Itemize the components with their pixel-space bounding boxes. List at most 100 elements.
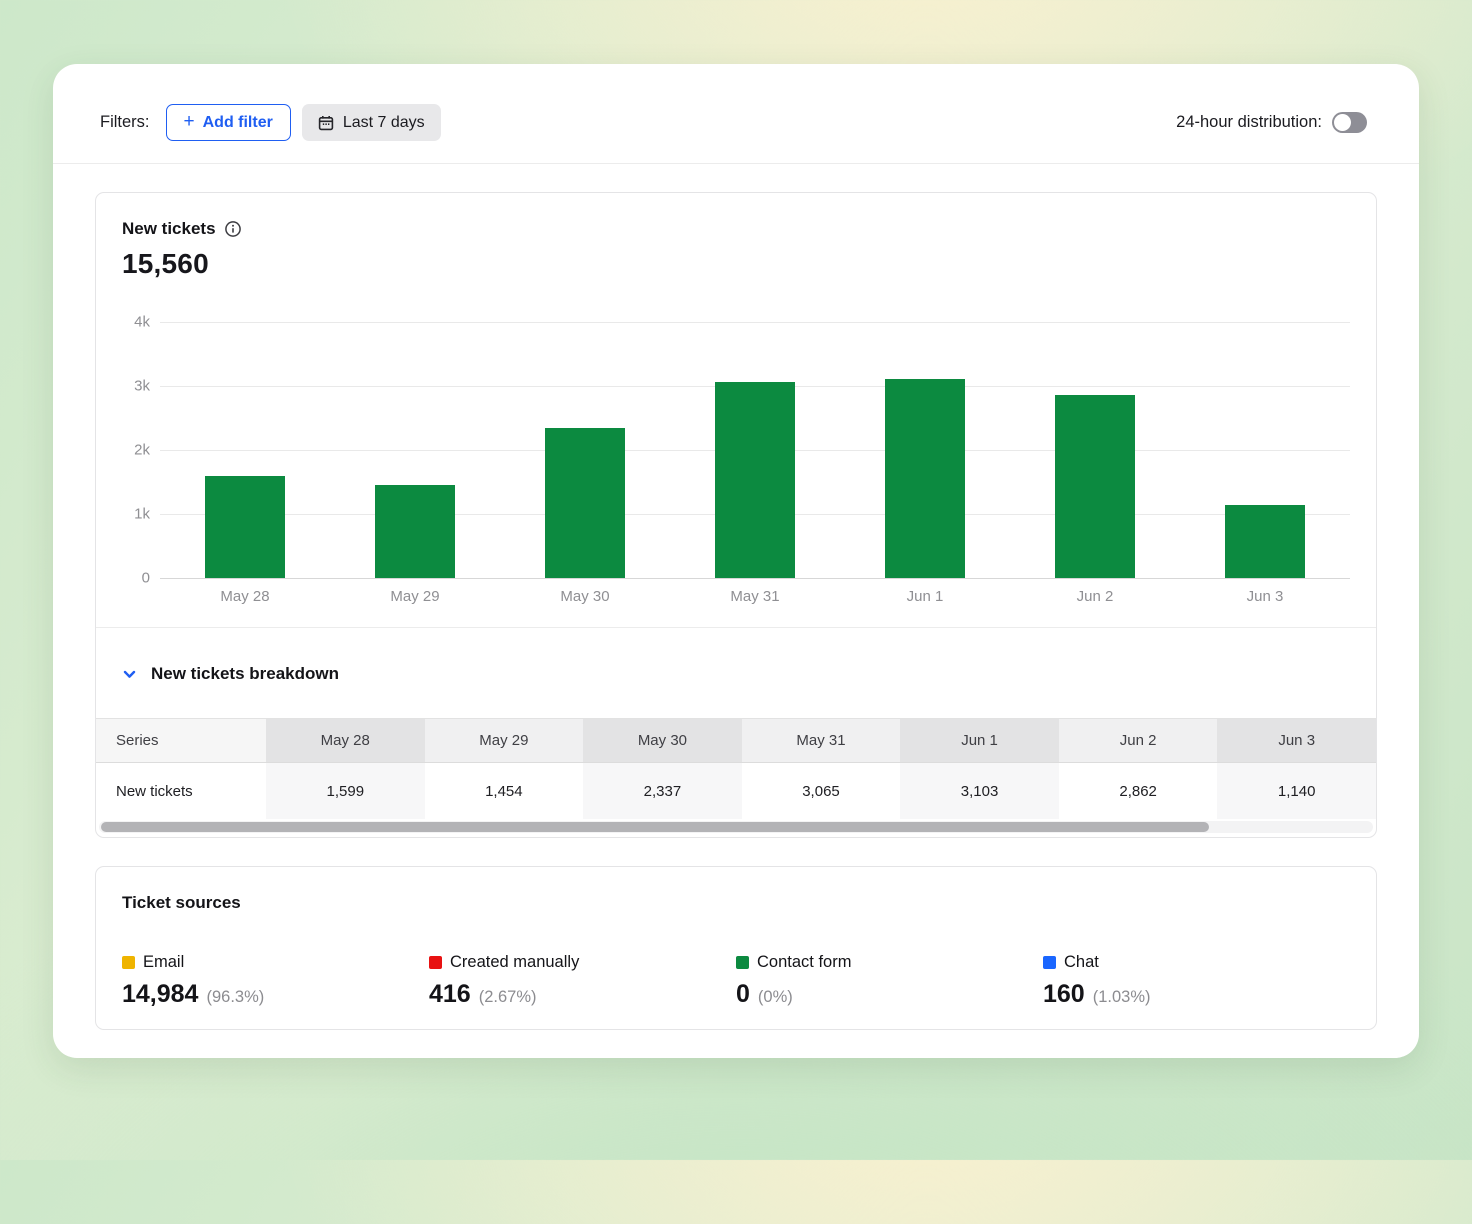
bar-jun-2[interactable] [1055, 395, 1135, 578]
source-item: Chat 160 (1.03%) [1043, 953, 1350, 1009]
bar-may-28[interactable] [205, 476, 285, 578]
date-range-button[interactable]: Last 7 days [302, 104, 441, 141]
source-label-row: Contact form [736, 953, 1043, 972]
x-axis-baseline [160, 578, 1350, 579]
x-tick-label: Jun 1 [840, 588, 1010, 605]
source-percent: (0%) [758, 988, 793, 1007]
y-tick-label: 0 [142, 570, 150, 587]
table-value-cell: 1,599 [266, 763, 425, 819]
x-axis-labels: May 28May 29May 30May 31Jun 1Jun 2Jun 3 [160, 588, 1350, 605]
bar-column [500, 322, 670, 578]
table-header-cell: May 31 [742, 719, 901, 763]
legend-swatch-icon [1043, 956, 1056, 969]
divider [53, 163, 1419, 164]
table-value-cell: 1,454 [425, 763, 584, 819]
breakdown-title: New tickets breakdown [151, 664, 339, 684]
add-filter-label: Add filter [203, 114, 273, 132]
bar-column [1010, 322, 1180, 578]
y-tick-label: 2k [134, 442, 150, 459]
source-item: Created manually 416 (2.67%) [429, 953, 736, 1009]
x-tick-label: Jun 2 [1010, 588, 1180, 605]
y-tick-label: 3k [134, 378, 150, 395]
chevron-down-icon[interactable] [122, 667, 137, 682]
filter-bar: Filters: + Add filter Last 7 days 24-hou… [53, 64, 1419, 163]
table-header-cell: May 29 [425, 719, 584, 763]
horizontal-scrollbar[interactable] [99, 821, 1373, 833]
legend-swatch-icon [736, 956, 749, 969]
table-header-cell: Jun 2 [1059, 719, 1218, 763]
table-value-cell: 3,103 [900, 763, 1059, 819]
table-value-cell: 2,862 [1059, 763, 1218, 819]
source-label: Email [143, 953, 184, 972]
breakdown-section-toggle[interactable]: New tickets breakdown [96, 628, 1376, 718]
bar-may-31[interactable] [715, 382, 795, 578]
scrollbar-thumb[interactable] [101, 822, 1209, 832]
bar-may-29[interactable] [375, 485, 455, 578]
table-value-cell: 2,337 [583, 763, 742, 819]
table-header-cell: May 30 [583, 719, 742, 763]
source-percent: (2.67%) [479, 988, 537, 1007]
bar-may-30[interactable] [545, 428, 625, 578]
x-tick-label: Jun 3 [1180, 588, 1350, 605]
source-value: 0 [736, 980, 750, 1009]
table-header-cell: Series [96, 719, 266, 763]
calendar-icon [318, 115, 334, 131]
breakdown-table: SeriesMay 28May 29May 30May 31Jun 1Jun 2… [96, 718, 1376, 819]
new-tickets-bar-chart: 4k3k2k1k0 [96, 322, 1376, 578]
source-label: Contact form [757, 953, 851, 972]
source-label-row: Created manually [429, 953, 736, 972]
bar-column [1180, 322, 1350, 578]
bar-jun-1[interactable] [885, 379, 965, 578]
sources-title: Ticket sources [122, 893, 241, 912]
x-tick-label: May 30 [500, 588, 670, 605]
y-tick-label: 4k [134, 314, 150, 331]
add-filter-button[interactable]: + Add filter [166, 104, 291, 141]
filters-label: Filters: [100, 113, 150, 132]
source-value-row: 14,984 (96.3%) [122, 980, 429, 1009]
table-header-cell: May 28 [266, 719, 425, 763]
new-tickets-panel: New tickets 15,560 4k3k2k1k0 May 28May 2… [95, 192, 1377, 838]
legend-swatch-icon [122, 956, 135, 969]
plus-icon: + [184, 112, 195, 131]
table-row-label: New tickets [96, 763, 266, 819]
bar-column [840, 322, 1010, 578]
source-label-row: Email [122, 953, 429, 972]
bar-column [160, 322, 330, 578]
source-percent: (1.03%) [1093, 988, 1151, 1007]
dashboard-card: Filters: + Add filter Last 7 days 24-hou… [53, 64, 1419, 1058]
table-header-cell: Jun 1 [900, 719, 1059, 763]
table-header-cell: Jun 3 [1217, 719, 1376, 763]
source-percent: (96.3%) [206, 988, 264, 1007]
sources-grid: Email 14,984 (96.3%) Created manually 416 (2.… [122, 953, 1350, 1009]
y-tick-label: 1k [134, 506, 150, 523]
source-value-row: 0 (0%) [736, 980, 1043, 1009]
x-tick-label: May 31 [670, 588, 840, 605]
source-value-row: 160 (1.03%) [1043, 980, 1350, 1009]
y-axis: 4k3k2k1k0 [108, 322, 160, 578]
info-icon[interactable] [224, 220, 242, 238]
bars-container [160, 322, 1350, 578]
toggle-knob [1334, 114, 1351, 131]
x-tick-label: May 29 [330, 588, 500, 605]
source-label: Chat [1064, 953, 1099, 972]
bar-column [670, 322, 840, 578]
panel-title: New tickets [122, 219, 216, 239]
date-range-label: Last 7 days [343, 114, 425, 132]
bar-column [330, 322, 500, 578]
source-value: 160 [1043, 980, 1085, 1009]
source-item: Email 14,984 (96.3%) [122, 953, 429, 1009]
ticket-sources-panel: Ticket sources Email 14,984 (96.3%) Created… [95, 866, 1377, 1030]
bar-jun-3[interactable] [1225, 505, 1305, 578]
chart-plot-area [160, 322, 1350, 578]
source-value: 416 [429, 980, 471, 1009]
24h-distribution-toggle[interactable] [1332, 112, 1367, 133]
table-value-cell: 3,065 [742, 763, 901, 819]
source-item: Contact form 0 (0%) [736, 953, 1043, 1009]
source-value: 14,984 [122, 980, 198, 1009]
source-label: Created manually [450, 953, 579, 972]
distribution-toggle-label: 24-hour distribution: [1176, 113, 1322, 132]
legend-swatch-icon [429, 956, 442, 969]
source-label-row: Chat [1043, 953, 1350, 972]
source-value-row: 416 (2.67%) [429, 980, 736, 1009]
total-new-tickets: 15,560 [122, 248, 1350, 280]
